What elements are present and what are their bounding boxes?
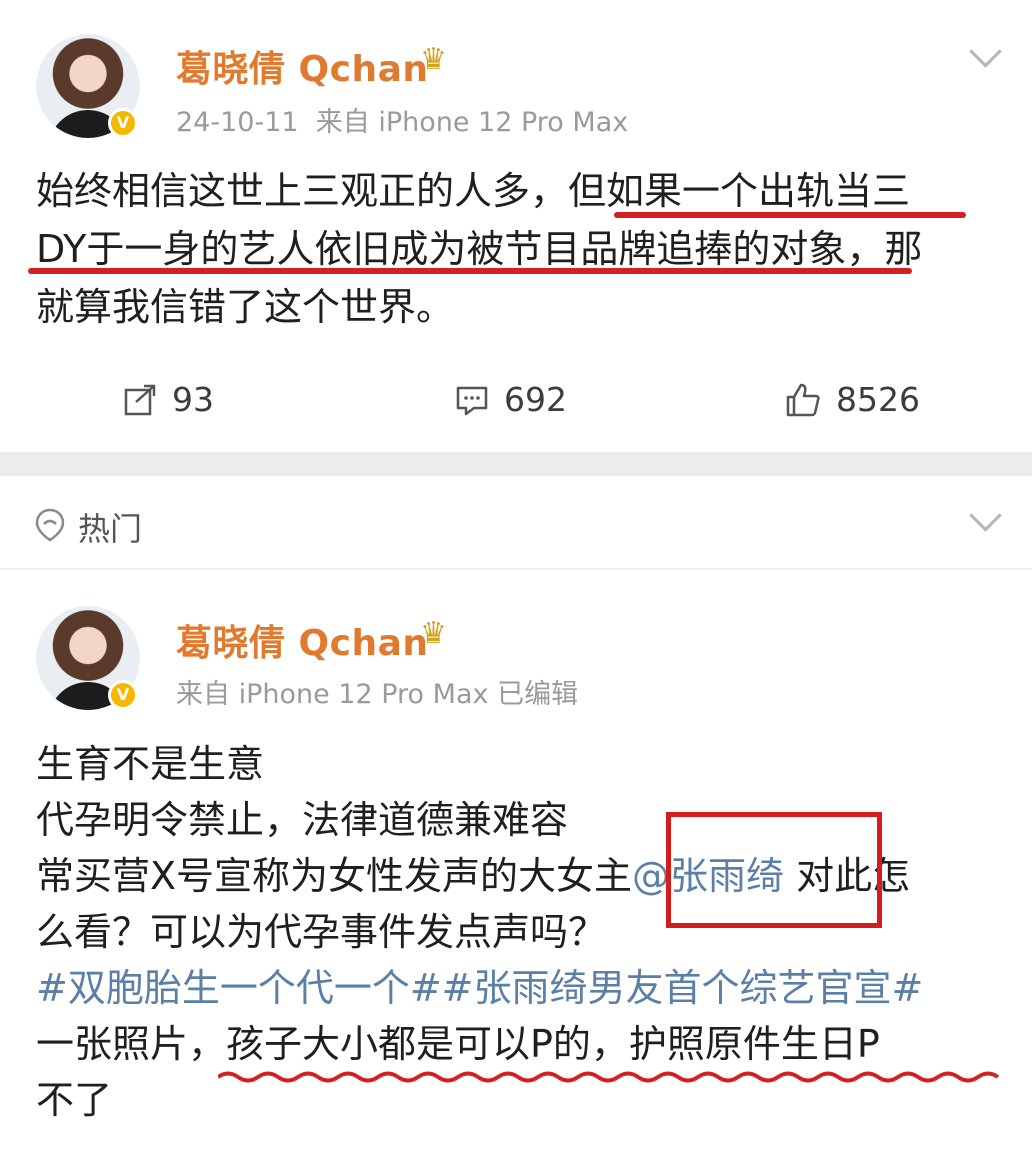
red-underline-annotation — [614, 212, 966, 218]
hot-label[interactable]: 热门 — [78, 504, 142, 550]
comment-count: 692 — [504, 380, 567, 419]
post-meta: 来自 iPhone 12 Pro Max 已编辑 — [176, 672, 578, 711]
verified-badge-icon: V — [108, 108, 138, 138]
verified-badge-icon: V — [108, 680, 138, 710]
post-meta: 24-10-11 来自 iPhone 12 Pro Max — [176, 100, 628, 139]
post-line: 一张照片，孩子大小都是可以P的，护照原件生日P — [36, 1022, 880, 1066]
red-wavy-underline-annotation — [218, 1071, 1000, 1083]
hashtag-links[interactable]: #双胞胎生一个代一个##张雨绮男友首个综艺官宣# — [36, 960, 923, 1016]
source: 来自 iPhone 12 Pro Max — [315, 107, 629, 138]
repost-icon — [124, 384, 156, 415]
comment-icon — [456, 386, 488, 415]
red-box-annotation — [666, 812, 882, 928]
like-button[interactable]: 8526 — [784, 380, 920, 419]
weibo-post-2: V 葛晓倩 Qchan ♛ 来自 iPhone 12 Pro Max 已编辑 生… — [0, 570, 1032, 1165]
user-name[interactable]: 葛晓倩 Qchan — [176, 40, 429, 92]
thumbs-up-icon — [786, 383, 820, 416]
crown-icon: ♛ — [420, 616, 447, 651]
hot-section-header: 热门 — [0, 476, 1032, 570]
like-count: 8526 — [836, 380, 920, 419]
post-line: 生育不是生意 — [36, 742, 265, 786]
user-name[interactable]: 葛晓倩 Qchan — [176, 614, 429, 666]
post-line: 就算我信错了这个世界。 — [36, 285, 455, 329]
weibo-post-1: V 葛晓倩 Qchan ♛ 24-10-11 来自 iPhone 12 Pro … — [0, 0, 1032, 452]
repost-button[interactable]: 93 — [122, 380, 214, 419]
chevron-down-icon[interactable] — [969, 35, 1002, 68]
chevron-down-icon[interactable] — [969, 499, 1002, 532]
timestamp: 24-10-11 — [176, 107, 299, 138]
post-text: 常买营X号宣称为女性发声的大女主 — [36, 854, 633, 898]
repost-count: 93 — [172, 380, 214, 419]
location-pin-icon — [35, 508, 65, 542]
crown-icon: ♛ — [420, 42, 447, 77]
edited-label: 已编辑 — [497, 679, 579, 710]
post-body: 始终相信这世上三观正的人多，但如果一个出轨当三 DY于一身的艺人依旧成为被节目品… — [36, 162, 922, 336]
comment-button[interactable]: 692 — [454, 380, 567, 419]
action-bar: 93 692 8526 — [0, 380, 1032, 436]
source: 来自 iPhone 12 Pro Max — [176, 679, 489, 710]
section-divider — [0, 452, 1032, 476]
red-underline-annotation — [28, 268, 912, 274]
